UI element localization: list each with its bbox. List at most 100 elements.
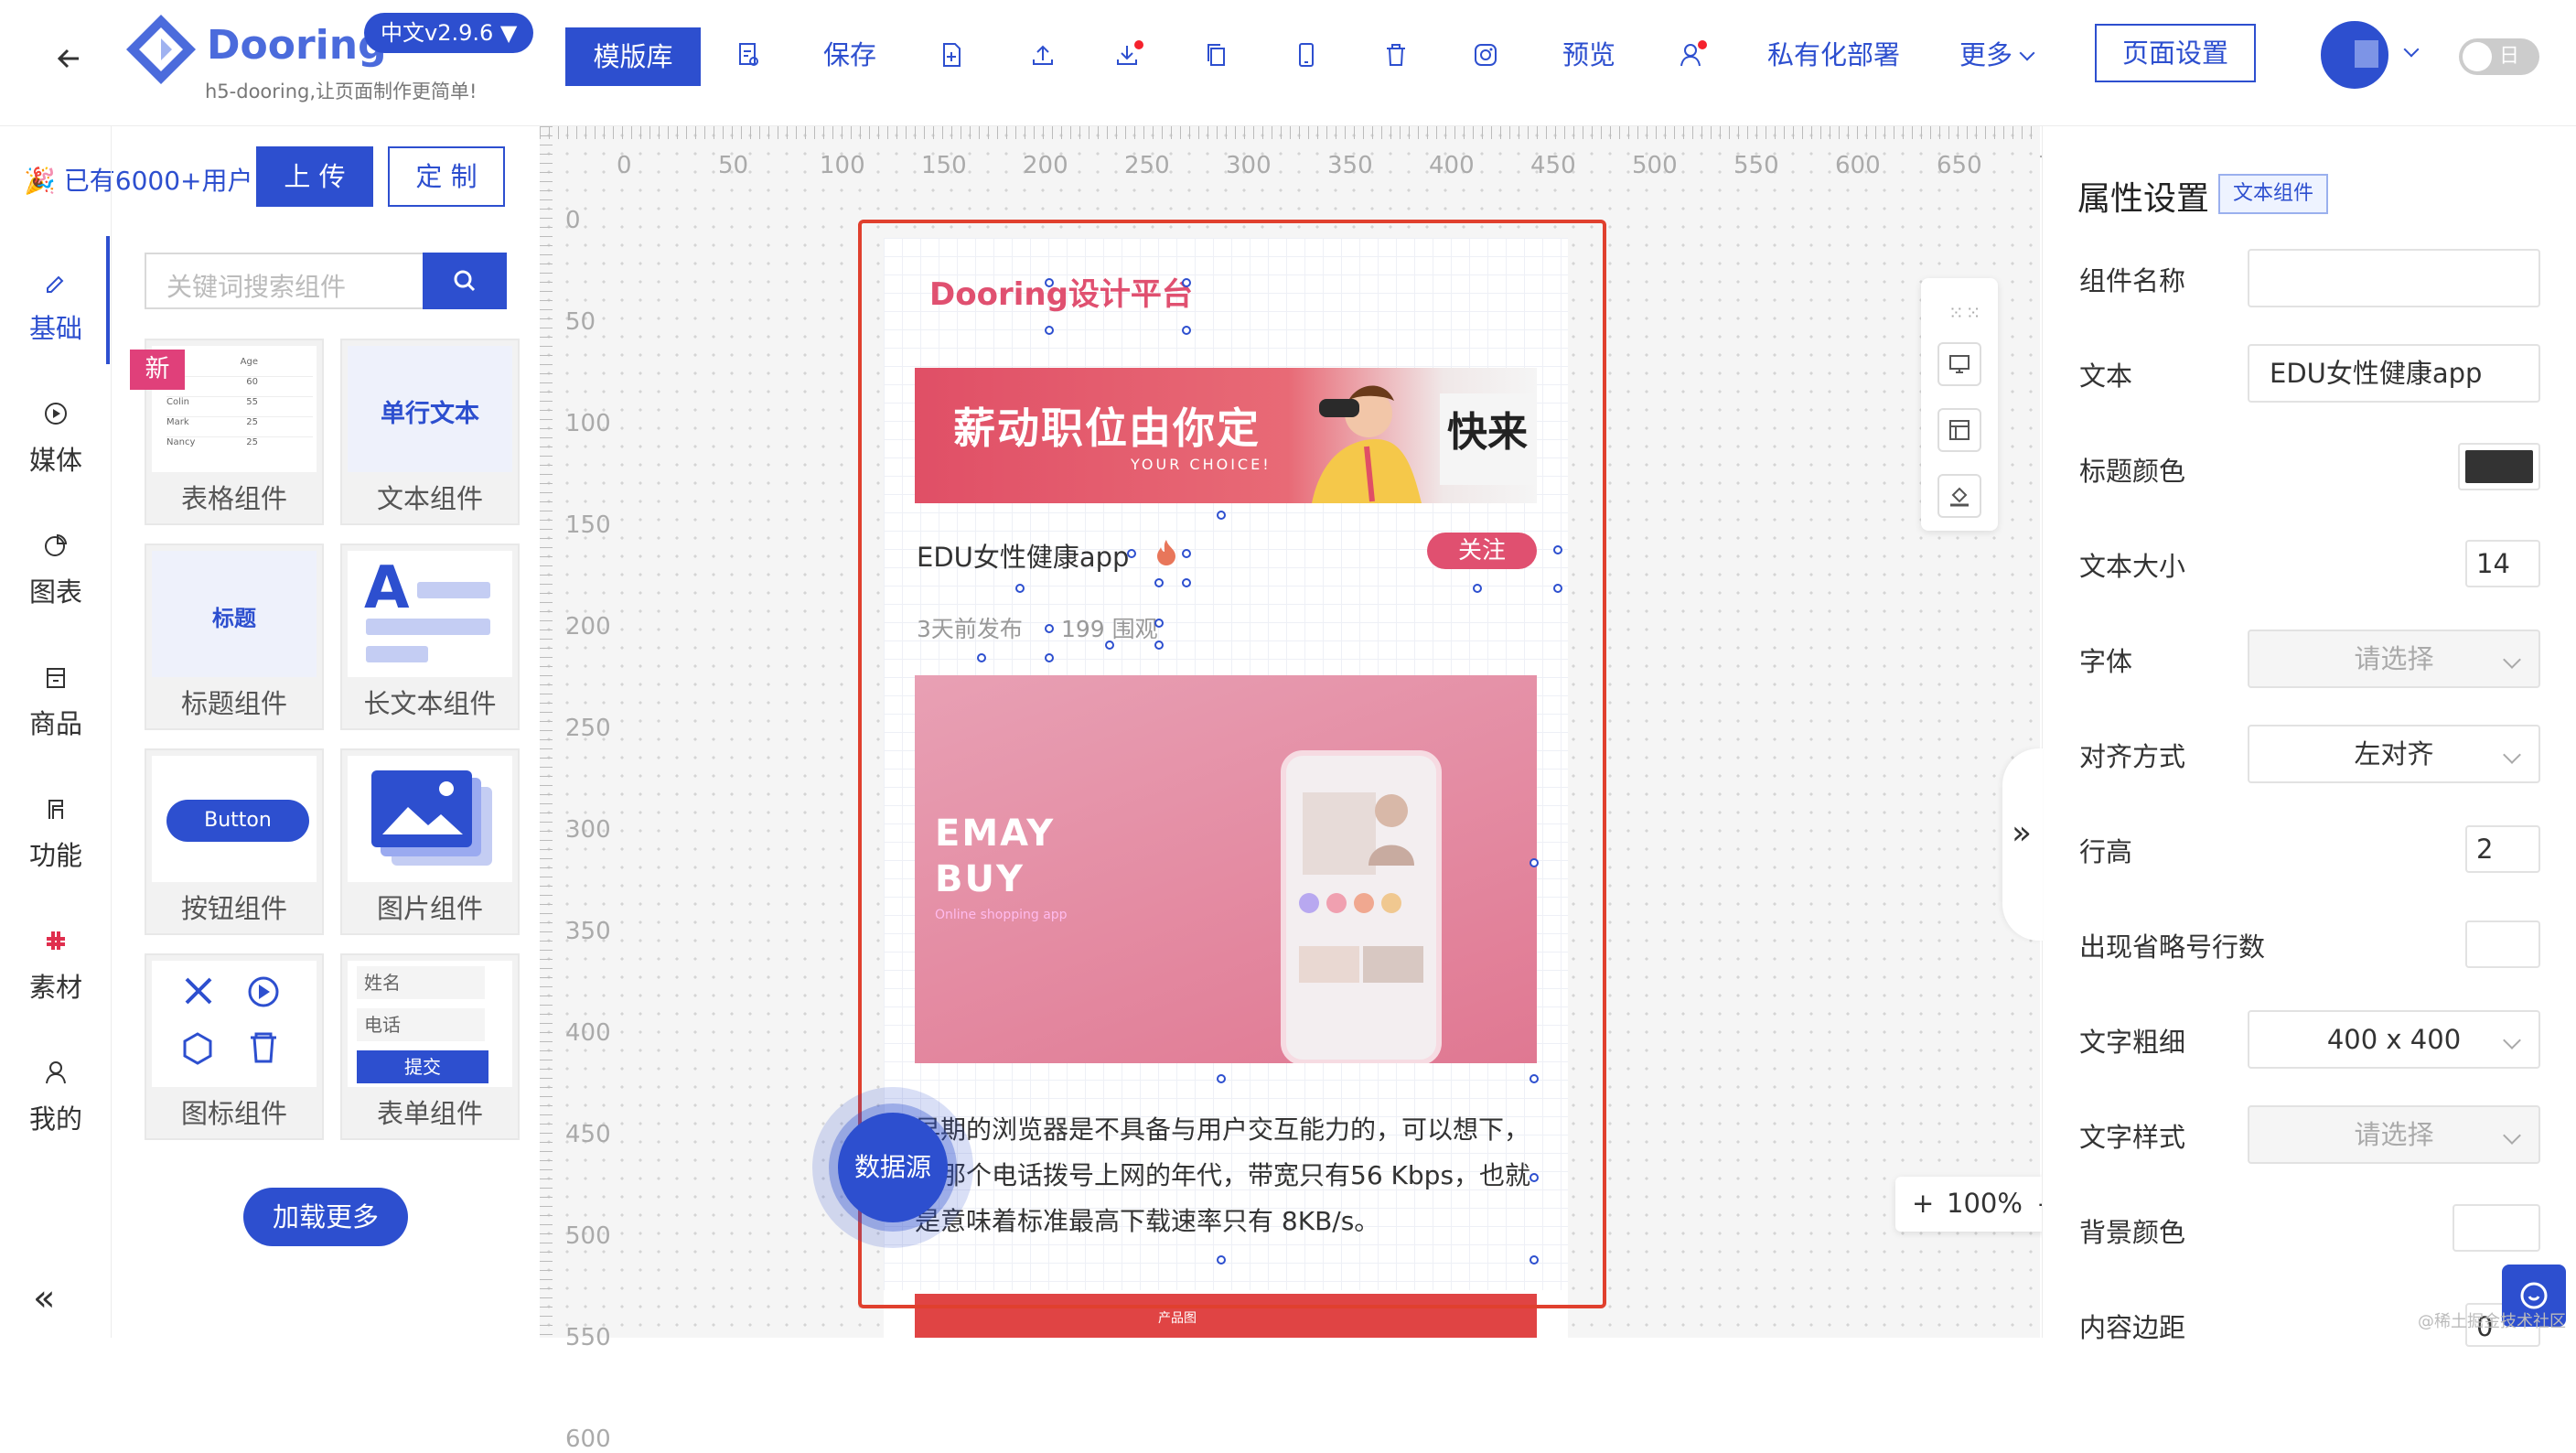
- upload-button[interactable]: 上 传: [256, 146, 373, 207]
- ellipsis-lines-input[interactable]: [2465, 920, 2540, 968]
- resize-handle[interactable]: [1154, 640, 1164, 650]
- nav-chart[interactable]: 图表: [0, 509, 112, 609]
- line-height-input[interactable]: 2: [2465, 825, 2540, 873]
- job-banner[interactable]: 薪动职位由你定 YOUR CHOICE! 快来: [915, 368, 1537, 503]
- drag-handle-icon[interactable]: ⁙⁙: [1948, 302, 1983, 324]
- font-weight-select[interactable]: 400 x 400: [2248, 1010, 2540, 1069]
- preview-button[interactable]: 预览: [1562, 35, 1615, 75]
- nav-basic[interactable]: 基础: [0, 245, 112, 346]
- search-button[interactable]: [423, 253, 507, 309]
- delete-icon[interactable]: [1376, 35, 1416, 75]
- resize-handle[interactable]: [1530, 1255, 1539, 1265]
- emay-image[interactable]: EMAY BUY Online shopping app: [915, 675, 1537, 1063]
- nav-label: 图表: [28, 576, 82, 608]
- title-color-picker[interactable]: [2458, 443, 2540, 490]
- follow-button[interactable]: 关注: [1427, 533, 1537, 569]
- collapse-icon[interactable]: «: [33, 1277, 55, 1319]
- card-label: 表格组件: [180, 483, 287, 514]
- resize-handle[interactable]: [1530, 1173, 1539, 1182]
- custom-button[interactable]: 定 制: [388, 146, 505, 207]
- nav-mine[interactable]: 我的: [0, 1036, 112, 1136]
- fill-color-icon[interactable]: [1937, 474, 1981, 518]
- resize-handle[interactable]: [1530, 1074, 1539, 1083]
- resize-handle[interactable]: [1154, 578, 1164, 587]
- component-card-image[interactable]: 图片组件: [340, 748, 520, 935]
- resize-handle[interactable]: [1553, 584, 1562, 593]
- resize-handle[interactable]: [1553, 545, 1562, 554]
- component-search-input[interactable]: 关键词搜索组件: [145, 253, 423, 309]
- new-file-icon[interactable]: [931, 35, 971, 75]
- product-banner[interactable]: 产品图: [915, 1294, 1537, 1338]
- component-name-input[interactable]: [2248, 249, 2540, 307]
- mobile-icon[interactable]: [1286, 35, 1326, 75]
- more-menu-button[interactable]: 更多: [1959, 35, 2012, 75]
- component-card-form[interactable]: 姓名 电话 提交 表单组件: [340, 953, 520, 1140]
- app-name-text[interactable]: EDU女性健康app: [917, 536, 1129, 575]
- page-settings-button[interactable]: 页面设置: [2095, 24, 2256, 82]
- page-title[interactable]: Dooring设计平台: [929, 269, 1193, 314]
- resize-handle[interactable]: [1217, 1255, 1226, 1265]
- component-card-long-text[interactable]: A 长文本组件: [340, 544, 520, 730]
- vertical-ruler: [540, 126, 553, 1338]
- resize-handle[interactable]: [1045, 278, 1054, 287]
- nav-function[interactable]: 功能: [0, 772, 112, 873]
- upload-file-icon[interactable]: [728, 35, 768, 75]
- instagram-icon[interactable]: [1465, 35, 1506, 75]
- resize-handle[interactable]: [1154, 619, 1164, 628]
- data-source-button[interactable]: 数据源: [838, 1113, 948, 1222]
- avatar[interactable]: [2318, 18, 2391, 91]
- nav-goods[interactable]: 商品: [0, 640, 112, 741]
- component-card-icon[interactable]: 图标组件: [145, 953, 324, 1140]
- resize-handle[interactable]: [1217, 511, 1226, 520]
- template-library-button[interactable]: 模版库: [565, 27, 701, 86]
- ruler-y-label: 350: [565, 918, 611, 945]
- ruler-x-label: 350: [1327, 152, 1373, 179]
- load-more-button[interactable]: 加载更多: [243, 1188, 408, 1246]
- component-card-text[interactable]: 单行文本 文本组件: [340, 339, 520, 525]
- desktop-icon[interactable]: [1937, 342, 1981, 386]
- resize-handle[interactable]: [1015, 584, 1025, 593]
- text-style-select[interactable]: 请选择: [2248, 1105, 2540, 1164]
- resize-handle[interactable]: [977, 653, 986, 662]
- version-select[interactable]: 中文v2.9.6 ▼: [364, 13, 534, 53]
- save-button[interactable]: 保存: [823, 35, 876, 75]
- component-type-badge: 文本组件: [2218, 174, 2329, 214]
- nav-material[interactable]: 素材: [0, 904, 112, 1005]
- watermark: @稀土掘金技术社区: [2418, 1312, 2566, 1331]
- theme-toggle[interactable]: 日: [2459, 38, 2539, 75]
- back-arrow-icon[interactable]: [51, 40, 88, 77]
- resize-handle[interactable]: [1217, 1074, 1226, 1083]
- resize-handle[interactable]: [1127, 549, 1136, 558]
- background-color-picker[interactable]: [2453, 1204, 2540, 1252]
- font-family-select[interactable]: 请选择: [2248, 630, 2540, 688]
- resize-handle[interactable]: [1182, 578, 1191, 587]
- paragraph-text[interactable]: 早期的浏览器是不具备与用户交互能力的，可以想下，在那个电话拨号上网的年代，带宽只…: [915, 1107, 1537, 1244]
- resize-handle[interactable]: [1105, 640, 1114, 650]
- copy-icon[interactable]: [1197, 35, 1237, 75]
- person-icon: [38, 1054, 74, 1091]
- avatar-chevron-icon[interactable]: [2403, 41, 2420, 58]
- text-align-select[interactable]: 左对齐: [2248, 725, 2540, 783]
- editor-canvas[interactable]: 0501001502002503003504004505005506006507…: [540, 126, 2185, 1453]
- private-deploy-button[interactable]: 私有化部署: [1767, 35, 1900, 75]
- resize-handle[interactable]: [1045, 653, 1054, 662]
- expand-panel-tab[interactable]: »: [2002, 748, 2043, 941]
- resize-handle[interactable]: [1182, 326, 1191, 335]
- text-input[interactable]: EDU女性健康app: [2248, 344, 2540, 403]
- component-card-title[interactable]: 标题 标题组件: [145, 544, 324, 730]
- component-card-button[interactable]: Button 按钮组件: [145, 748, 324, 935]
- resize-handle[interactable]: [1045, 326, 1054, 335]
- resize-handle[interactable]: [1182, 549, 1191, 558]
- resize-handle[interactable]: [1473, 584, 1482, 593]
- zoom-in-button[interactable]: +: [1912, 1188, 1934, 1219]
- nav-media[interactable]: 媒体: [0, 377, 112, 478]
- field-label: 组件名称: [2079, 265, 2186, 296]
- resize-handle[interactable]: [1045, 624, 1054, 633]
- layout-icon[interactable]: [1937, 408, 1981, 452]
- ruler-y-label: 100: [565, 410, 611, 437]
- resize-handle[interactable]: [1182, 278, 1191, 287]
- banner-text: 薪动职位由你定: [953, 404, 1261, 453]
- resize-handle[interactable]: [1530, 858, 1539, 867]
- upload-icon[interactable]: [1023, 35, 1063, 75]
- font-size-input[interactable]: 14: [2465, 540, 2540, 587]
